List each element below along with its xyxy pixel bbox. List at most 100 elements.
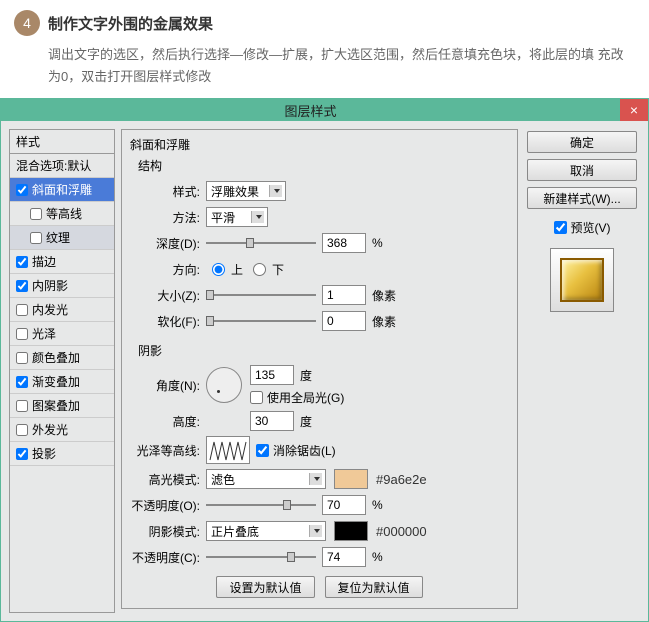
- shadow-opacity-input[interactable]: 74: [322, 547, 366, 567]
- style-value: 浮雕效果: [211, 183, 259, 200]
- highlight-opacity-input[interactable]: 70: [322, 495, 366, 515]
- soften-unit: 像素: [372, 313, 396, 330]
- altitude-label: 高度:: [130, 413, 206, 430]
- new-style-button[interactable]: 新建样式(W)...: [527, 187, 637, 209]
- global-light-checkbox[interactable]: [250, 391, 263, 404]
- preview-thumbnail: [550, 248, 614, 312]
- shadow-opacity-unit: %: [372, 550, 383, 564]
- stroke-label: 描边: [32, 253, 56, 270]
- technique-dropdown[interactable]: 平滑: [206, 207, 268, 227]
- size-unit: 像素: [372, 287, 396, 304]
- style-label: 样式:: [130, 183, 206, 200]
- contour-checkbox[interactable]: [30, 208, 42, 220]
- step-title: 制作文字外围的金属效果: [48, 13, 213, 34]
- size-slider[interactable]: [206, 288, 316, 302]
- highlight-opacity-label: 不透明度(O):: [130, 497, 206, 514]
- up-label: 上: [231, 261, 243, 278]
- satin-item[interactable]: 光泽: [10, 322, 114, 346]
- preview-checkbox[interactable]: [554, 221, 567, 234]
- drop-shadow-item[interactable]: 投影: [10, 442, 114, 466]
- direction-up-radio[interactable]: [212, 263, 225, 276]
- step-number: 4: [14, 10, 40, 36]
- stroke-checkbox[interactable]: [16, 256, 28, 268]
- inner-shadow-item[interactable]: 内阴影: [10, 274, 114, 298]
- step-description: 调出文字的选区，然后执行选择—修改—扩展，扩大选区范围，然后任意填充色块，将此层…: [48, 44, 635, 88]
- layer-style-dialog: 图层样式 × 样式 混合选项:默认 斜面和浮雕 等高线 纹理 描边 内阴影 内发…: [0, 98, 649, 622]
- bevel-checkbox[interactable]: [16, 184, 28, 196]
- angle-wheel[interactable]: [206, 367, 242, 403]
- style-dropdown[interactable]: 浮雕效果: [206, 181, 286, 201]
- technique-label: 方法:: [130, 209, 206, 226]
- depth-unit: %: [372, 236, 383, 250]
- soften-label: 软化(F):: [130, 313, 206, 330]
- antialias-label: 消除锯齿(L): [273, 442, 336, 459]
- color-overlay-item[interactable]: 颜色叠加: [10, 346, 114, 370]
- styles-header: 样式: [10, 130, 114, 154]
- gloss-contour-label: 光泽等高线:: [130, 442, 206, 459]
- outer-glow-label: 外发光: [32, 421, 68, 438]
- gradient-overlay-item[interactable]: 渐变叠加: [10, 370, 114, 394]
- soften-slider[interactable]: [206, 314, 316, 328]
- technique-value: 平滑: [211, 209, 235, 226]
- ok-button[interactable]: 确定: [527, 131, 637, 153]
- direction-label: 方向:: [130, 261, 206, 278]
- size-input[interactable]: 1: [322, 285, 366, 305]
- shadow-opacity-slider[interactable]: [206, 550, 316, 564]
- preview-label: 预览(V): [571, 219, 611, 236]
- color-overlay-checkbox[interactable]: [16, 352, 28, 364]
- depth-input[interactable]: 368: [322, 233, 366, 253]
- shadow-color-swatch[interactable]: [334, 521, 368, 541]
- satin-label: 光泽: [32, 325, 56, 342]
- altitude-input[interactable]: 30: [250, 411, 294, 431]
- cancel-button[interactable]: 取消: [527, 159, 637, 181]
- pattern-overlay-checkbox[interactable]: [16, 400, 28, 412]
- texture-checkbox[interactable]: [30, 232, 42, 244]
- altitude-unit: 度: [300, 413, 312, 430]
- direction-down-radio[interactable]: [253, 263, 266, 276]
- shadow-mode-value: 正片叠底: [211, 523, 259, 540]
- outer-glow-checkbox[interactable]: [16, 424, 28, 436]
- highlight-opacity-unit: %: [372, 498, 383, 512]
- bevel-emboss-item[interactable]: 斜面和浮雕: [10, 178, 114, 202]
- inner-glow-checkbox[interactable]: [16, 304, 28, 316]
- blend-options-item[interactable]: 混合选项:默认: [10, 154, 114, 178]
- drop-shadow-label: 投影: [32, 445, 56, 462]
- contour-label: 等高线: [46, 205, 82, 222]
- set-default-button[interactable]: 设置为默认值: [216, 576, 314, 598]
- outer-glow-item[interactable]: 外发光: [10, 418, 114, 442]
- dialog-title: 图层样式: [1, 101, 620, 120]
- inner-shadow-checkbox[interactable]: [16, 280, 28, 292]
- highlight-color-swatch[interactable]: [334, 469, 368, 489]
- satin-checkbox[interactable]: [16, 328, 28, 340]
- depth-slider[interactable]: [206, 236, 316, 250]
- pattern-overlay-label: 图案叠加: [32, 397, 80, 414]
- inner-glow-label: 内发光: [32, 301, 68, 318]
- angle-input[interactable]: 135: [250, 365, 294, 385]
- pattern-overlay-item[interactable]: 图案叠加: [10, 394, 114, 418]
- shadow-mode-dropdown[interactable]: 正片叠底: [206, 521, 326, 541]
- structure-label: 结构: [138, 157, 509, 174]
- inner-glow-item[interactable]: 内发光: [10, 298, 114, 322]
- shadow-opacity-label: 不透明度(C):: [130, 549, 206, 566]
- contour-item[interactable]: 等高线: [10, 202, 114, 226]
- highlight-opacity-slider[interactable]: [206, 498, 316, 512]
- stroke-item[interactable]: 描边: [10, 250, 114, 274]
- highlight-mode-dropdown[interactable]: 滤色: [206, 469, 326, 489]
- gradient-overlay-checkbox[interactable]: [16, 376, 28, 388]
- titlebar: 图层样式 ×: [1, 99, 648, 121]
- reset-default-button[interactable]: 复位为默认值: [325, 576, 423, 598]
- color-overlay-label: 颜色叠加: [32, 349, 80, 366]
- contour-icon: [208, 438, 248, 462]
- inner-shadow-label: 内阴影: [32, 277, 68, 294]
- soften-input[interactable]: 0: [322, 311, 366, 331]
- gloss-contour-picker[interactable]: [206, 436, 250, 464]
- highlight-mode-label: 高光模式:: [130, 471, 206, 488]
- down-label: 下: [272, 261, 284, 278]
- close-button[interactable]: ×: [620, 99, 648, 121]
- drop-shadow-checkbox[interactable]: [16, 448, 28, 460]
- texture-item[interactable]: 纹理: [10, 226, 114, 250]
- shadow-hex: #000000: [376, 524, 427, 539]
- bevel-label: 斜面和浮雕: [32, 181, 92, 198]
- antialias-checkbox[interactable]: [256, 444, 269, 457]
- size-label: 大小(Z):: [130, 287, 206, 304]
